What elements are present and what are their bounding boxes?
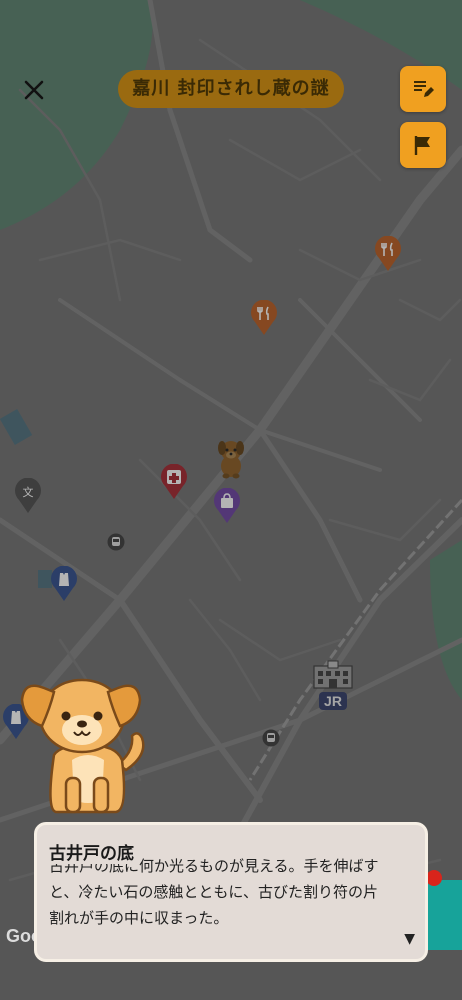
bus-stop-icon[interactable] [262,729,280,747]
train-station-icon[interactable]: JR [310,660,356,712]
player-dog-marker[interactable] [212,436,250,480]
notification-dot [426,870,442,886]
clothing-pin[interactable] [50,566,78,602]
shop-pin[interactable] [213,488,241,524]
school-pin[interactable]: 文 [14,478,42,514]
close-button[interactable] [18,74,50,106]
dialog-title: 古井戸の底 [49,839,140,864]
dialog-line: と、冷たい石の感触とともに、古びた割り符の片 [49,883,378,901]
dialog-line: 割れが手の中に収まった。 [49,909,229,927]
close-icon [24,80,44,100]
dog-character [20,678,145,814]
flag-icon [414,136,430,155]
quest-title: 嘉川 封印されし蔵の謎 [118,70,344,108]
story-dialog[interactable]: 古井戸の底に何か光るものが見える。手を伸ばす と、冷たい石の感触とともに、古びた… [34,822,428,962]
hospital-pin[interactable] [160,464,188,500]
jr-logo: JR [324,693,342,709]
restaurant-pin[interactable] [374,236,402,272]
flag-button[interactable] [400,122,446,168]
edit-note-icon [414,81,434,97]
restaurant-pin[interactable] [250,300,278,336]
memo-button[interactable] [400,66,446,112]
school-icon: 文 [23,485,34,499]
next-indicator-icon[interactable]: ▼ [404,931,415,947]
bus-stop-icon[interactable] [107,533,125,551]
dialog-text: 古井戸の底に何か光るものが見える。手を伸ばす と、冷たい石の感触とともに、古びた… [49,853,417,931]
